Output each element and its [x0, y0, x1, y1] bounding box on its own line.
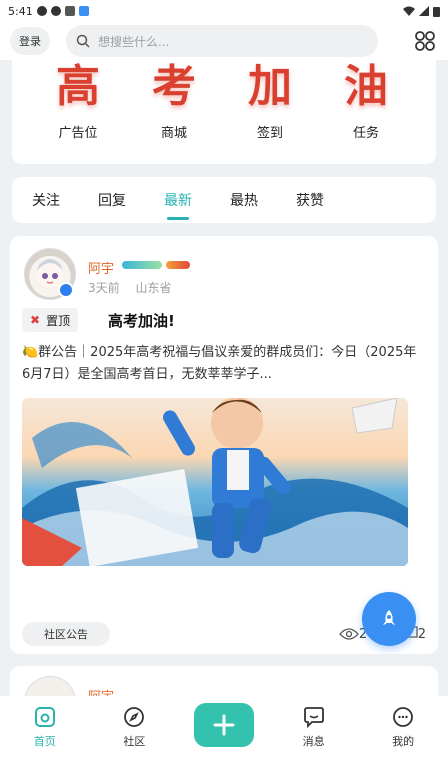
plus-icon: [213, 714, 235, 735]
tab-replies[interactable]: 回复: [98, 190, 126, 210]
top-bar: 登录 想搜些什么...: [0, 22, 448, 60]
add-post-button[interactable]: [193, 702, 254, 747]
wifi-icon: [403, 6, 415, 16]
menu-item-char: 高: [56, 61, 100, 112]
notification-icon: [50, 6, 61, 16]
menu-item-tasks[interactable]: 油 任务: [318, 60, 414, 141]
pinned-label: 置顶: [46, 313, 71, 328]
battery-icon: [433, 6, 440, 17]
status-time: 5:41: [8, 4, 33, 18]
verified-icon: [58, 282, 74, 298]
post-card[interactable]: 阿宇 3天前 山东省 ✖ 置顶 高考加油! 🍋群公告｜2025年高考祝福与倡议亲…: [10, 236, 438, 654]
category-tag[interactable]: 社区公告: [22, 622, 110, 646]
bottom-nav: 首页 社区 消息 我的: [0, 696, 448, 757]
profile-icon: [393, 706, 414, 727]
menu-item-label: 签到: [256, 126, 283, 141]
nav-label: 首页: [33, 734, 56, 748]
menu-item-shop[interactable]: 考 商城: [126, 60, 222, 141]
post-body[interactable]: 🍋群公告｜2025年高考祝福与倡议亲爱的群成员们：今日（2025年6月7日）是全…: [22, 342, 422, 386]
post-title[interactable]: 高考加油!: [108, 310, 175, 331]
nav-label: 消息: [302, 734, 325, 748]
login-button[interactable]: 登录: [10, 27, 50, 55]
apps-grid-icon[interactable]: [412, 28, 438, 54]
nav-label: 社区: [123, 734, 146, 748]
author-name[interactable]: 阿宇: [88, 258, 114, 277]
nav-label: 我的: [392, 734, 415, 748]
message-icon: [303, 706, 324, 728]
tab-hot[interactable]: 最热: [230, 190, 258, 210]
home-icon: [34, 706, 55, 727]
quick-menu: 高 广告位 考 商城 加 签到 油 任务 小: [12, 60, 436, 164]
menu-item-label: 广告位: [58, 126, 98, 141]
user-badges: [122, 261, 190, 269]
nav-home[interactable]: 首页: [15, 705, 75, 749]
post-location: 山东省: [135, 281, 172, 295]
nav-profile[interactable]: 我的: [373, 705, 433, 749]
compass-icon: [124, 706, 145, 727]
menu-item-ads[interactable]: 高 广告位: [30, 60, 126, 141]
notification-icon: [36, 6, 47, 16]
post-image[interactable]: [22, 398, 408, 566]
signal-icon: [419, 6, 429, 16]
app-icon: [78, 6, 89, 16]
menu-item-char: 考: [152, 61, 196, 112]
tab-latest[interactable]: 最新: [164, 190, 192, 210]
search-input[interactable]: 想搜些什么...: [66, 25, 378, 57]
post-time: 3天前: [88, 281, 120, 295]
app-icon: [64, 6, 75, 16]
search-icon: [76, 34, 90, 48]
menu-item-char: 加: [248, 61, 292, 112]
menu-item-label: 任务: [352, 126, 379, 141]
nav-messages[interactable]: 消息: [284, 705, 344, 749]
pinned-tag: ✖ 置顶: [22, 308, 79, 332]
tab-following[interactable]: 关注: [32, 190, 60, 210]
post-meta: 3天前 山东省: [88, 279, 183, 296]
menu-item-label: 商城: [160, 126, 187, 141]
menu-item-more[interactable]: 小: [414, 60, 436, 141]
search-placeholder: 想搜些什么...: [98, 34, 170, 49]
nav-community[interactable]: 社区: [104, 705, 164, 749]
eye-icon: [339, 628, 359, 640]
pin-icon: ✖: [30, 313, 41, 327]
comments-count: 2: [417, 626, 426, 642]
status-bar: 5:41: [0, 0, 448, 22]
menu-item-char: 油: [344, 61, 388, 112]
level-badge-icon: [122, 261, 162, 269]
rank-badge-icon: [166, 261, 190, 269]
post-image-illustration: [22, 398, 408, 566]
rocket-icon: [383, 610, 395, 625]
tab-liked[interactable]: 获赞: [296, 190, 324, 210]
menu-item-checkin[interactable]: 加 签到: [222, 60, 318, 141]
rocket-button[interactable]: [362, 592, 416, 646]
feed-tabs: 关注 回复 最新 最热 获赞: [12, 177, 436, 223]
